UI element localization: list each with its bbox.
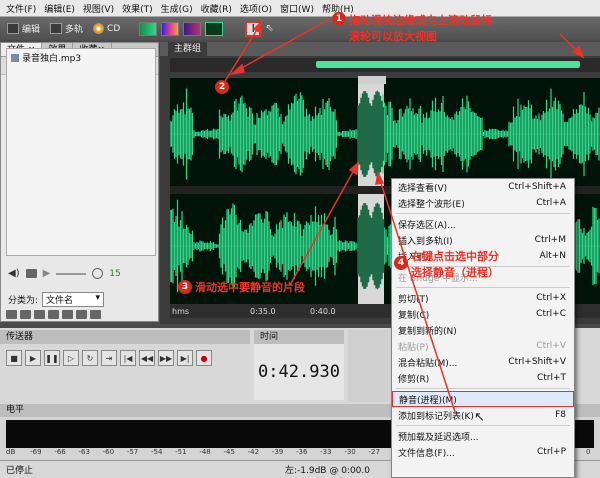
arrow-1-left	[237, 19, 329, 71]
arrow-4	[379, 179, 456, 413]
annotation-1: 1 拖动滑块边缘或向上滚动鼠标 滚轮可以放大视图	[332, 12, 492, 44]
annotation-2: 2	[215, 80, 229, 94]
annotation-arrows	[221, 19, 585, 413]
mouse-cursor-icon: ↖	[474, 410, 485, 425]
arrowhead	[375, 170, 385, 185]
arrow-2	[221, 27, 259, 87]
arrowhead	[348, 161, 359, 176]
annotation-4: 4 右键点击选中部分 选择静音（进程）	[394, 248, 499, 280]
annotation-3: 3 滑动选中要静音的片段	[178, 279, 305, 295]
arrow-3	[289, 169, 355, 286]
